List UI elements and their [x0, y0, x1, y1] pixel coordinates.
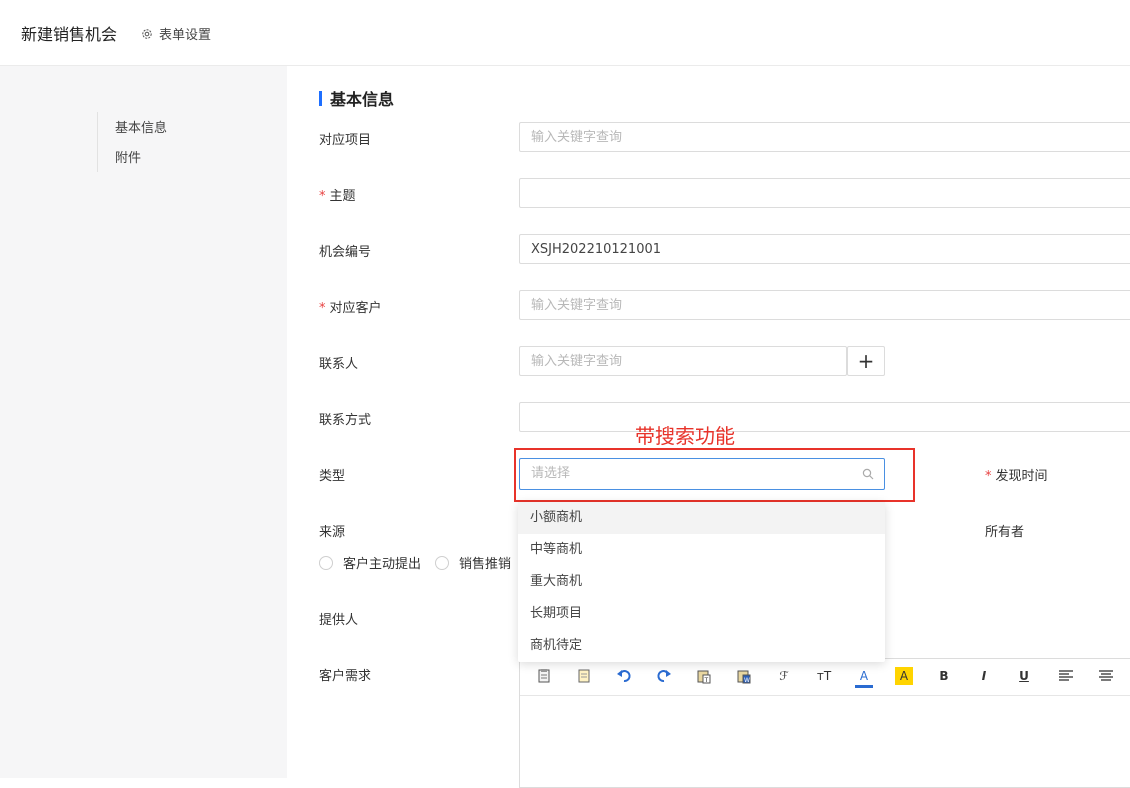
contact-label: 联系人	[319, 357, 359, 372]
editor-toolbar: T W ℱ ᴛT A A B I U	[520, 659, 1130, 696]
subject-label: * 主题	[319, 185, 356, 204]
dropdown-option[interactable]: 长期项目	[518, 598, 885, 630]
contact-method-label: 联系方式	[319, 413, 372, 428]
type-dropdown: 小额商机 中等商机 重大商机 长期项目 商机待定	[518, 502, 885, 662]
requirement-label: 客户需求	[319, 669, 372, 684]
dropdown-option[interactable]: 重大商机	[518, 566, 885, 598]
nav-item-attachments[interactable]: 附件	[115, 147, 141, 166]
gear-icon	[142, 28, 152, 39]
sidebar: 基本信息 附件	[0, 66, 287, 778]
radio-label: 销售推销	[459, 557, 512, 572]
customer-label-text: 对应客户	[329, 301, 382, 316]
project-input[interactable]	[519, 122, 1130, 152]
font-size-icon[interactable]: ᴛT	[815, 667, 833, 685]
radio-circle[interactable]	[435, 555, 450, 570]
clipboard-icon[interactable]	[535, 667, 553, 685]
discover-time-label: * 发现时间	[985, 465, 1048, 484]
project-label: 对应项目	[319, 133, 372, 148]
radio-label: 客户主动提出	[343, 557, 422, 572]
underline-icon[interactable]: U	[1015, 667, 1033, 685]
contact-input[interactable]	[519, 346, 847, 376]
required-mark: *	[319, 301, 326, 316]
italic-icon[interactable]: I	[975, 667, 993, 685]
discover-time-label-text: 发现时间	[995, 469, 1048, 484]
source-radio-customer[interactable]: 客户主动提出	[319, 553, 421, 572]
page-title: 新建销售机会	[21, 25, 118, 44]
top-bar: 新建销售机会 表单设置	[0, 0, 1130, 66]
redo-icon[interactable]	[655, 667, 673, 685]
add-contact-button[interactable]: +	[847, 346, 885, 376]
main-form: 基本信息 对应项目 *主题 机会编号 *对应客户 联系人 + 联系方式 带搜索功…	[287, 66, 1130, 788]
subject-input[interactable]	[519, 178, 1130, 208]
search-icon	[862, 468, 874, 480]
form-settings-label: 表单设置	[159, 28, 212, 43]
dropdown-option[interactable]: 中等商机	[518, 534, 885, 566]
required-mark: *	[319, 189, 326, 204]
requirement-editor[interactable]: T W ℱ ᴛT A A B I U	[519, 658, 1130, 788]
owner-label: 所有者	[985, 525, 1025, 540]
opportunity-number-input[interactable]	[519, 234, 1130, 264]
bold-icon[interactable]: B	[935, 667, 953, 685]
source-label: 来源	[319, 525, 346, 540]
paste-text-icon[interactable]: T	[695, 667, 713, 685]
undo-icon[interactable]	[615, 667, 633, 685]
customer-input[interactable]	[519, 290, 1130, 320]
contact-method-input[interactable]	[519, 402, 1130, 432]
source-radio-group: 客户主动提出 销售推销	[319, 553, 525, 572]
subject-label-text: 主题	[329, 189, 356, 204]
section-accent-bar	[319, 90, 322, 106]
align-center-icon[interactable]	[1097, 667, 1115, 685]
number-label: 机会编号	[319, 245, 372, 260]
font-color-icon[interactable]: A	[855, 667, 873, 688]
align-left-icon[interactable]	[1057, 667, 1075, 685]
annotation-text: 带搜索功能	[635, 424, 735, 448]
highlight-icon[interactable]: A	[895, 667, 913, 685]
source-radio-sales[interactable]: 销售推销	[435, 553, 511, 572]
type-label: 类型	[319, 469, 346, 484]
section-header: 基本信息	[319, 86, 394, 110]
svg-text:T: T	[704, 677, 709, 684]
type-select[interactable]	[519, 458, 885, 490]
dropdown-option[interactable]: 小额商机	[518, 502, 885, 534]
type-search-input[interactable]	[520, 459, 842, 487]
form-settings-button[interactable]: 表单设置	[141, 24, 211, 43]
svg-text:W: W	[744, 677, 750, 684]
radio-circle[interactable]	[319, 555, 333, 570]
required-mark: *	[985, 469, 992, 484]
section-title: 基本信息	[330, 90, 395, 109]
customer-label: * 对应客户	[319, 297, 382, 316]
dropdown-option[interactable]: 商机待定	[518, 630, 885, 662]
section-nav: 基本信息 附件	[97, 112, 218, 172]
provider-label: 提供人	[319, 613, 359, 628]
font-family-icon[interactable]: ℱ	[775, 667, 793, 685]
notebook-icon[interactable]	[575, 667, 593, 685]
paste-word-icon[interactable]: W	[735, 667, 753, 685]
nav-item-basic-info[interactable]: 基本信息	[115, 117, 167, 136]
